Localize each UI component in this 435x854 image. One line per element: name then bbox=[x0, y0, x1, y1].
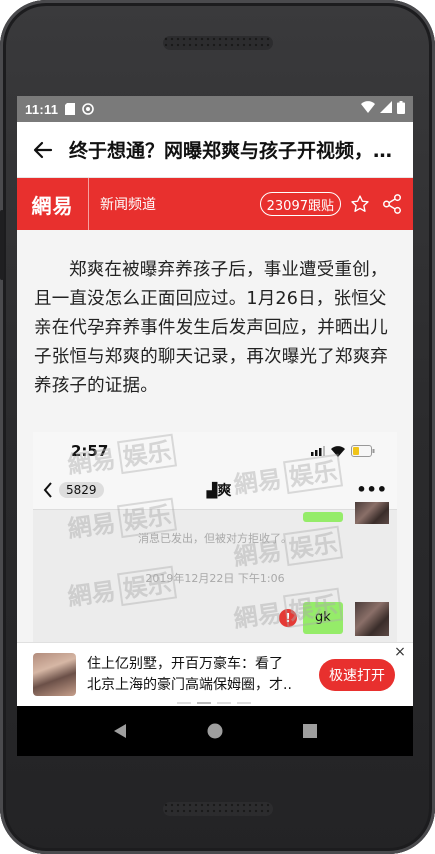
netease-header: 網易 新闻频道 23097跟贴 bbox=[17, 178, 413, 230]
comment-count-button[interactable]: 23097跟贴 bbox=[259, 192, 341, 216]
square-recents-icon bbox=[303, 724, 318, 738]
nav-back-button[interactable] bbox=[105, 716, 135, 746]
share-button[interactable] bbox=[381, 193, 403, 215]
article-image[interactable]: 2:57 5829 ▟爽 ••• 消息已发出，但被对方拒收了。 2019年12月… bbox=[33, 432, 397, 652]
wifi-icon bbox=[361, 101, 375, 117]
ad-line-1: 住上亿别墅，开百万豪车：看了 bbox=[87, 655, 283, 672]
triangle-back-icon bbox=[113, 724, 126, 738]
ad-open-button[interactable]: 极速打开 bbox=[319, 658, 395, 691]
nav-recents-button[interactable] bbox=[295, 716, 325, 746]
status-bar: 11:11 bbox=[17, 96, 413, 122]
top-speaker bbox=[162, 36, 273, 50]
favorite-button[interactable] bbox=[349, 193, 371, 215]
status-time: 11:11 bbox=[25, 101, 59, 117]
ad-thumbnail[interactable] bbox=[33, 653, 76, 696]
bottom-speaker bbox=[162, 802, 273, 816]
side-button bbox=[0, 210, 4, 280]
arrow-left-icon bbox=[33, 141, 53, 158]
article-paragraph: 郑爽在被曝弃养孩子后，事业遭受重创，且一直没怎么正面回应过。1月26日，张恒父亲… bbox=[34, 260, 388, 396]
back-button[interactable] bbox=[17, 122, 69, 178]
netease-logo: 網易 bbox=[17, 178, 89, 230]
screen: 11:11 终于想通？网曝郑爽与孩子开视频，疑似 網易 新闻频道 23097跟贴… bbox=[17, 96, 413, 756]
sd-card-icon bbox=[64, 103, 76, 115]
ad-close-icon[interactable]: × bbox=[393, 645, 407, 659]
star-icon bbox=[351, 195, 369, 212]
article-body: 郑爽在被曝弃养孩子后，事业遭受重创，且一直没怎么正面回应过。1月26日，张恒父亲… bbox=[17, 230, 413, 401]
page-title: 终于想通？网曝郑爽与孩子开视频，疑似重新接受孩子 bbox=[69, 140, 413, 162]
circle-home-icon bbox=[207, 723, 223, 739]
system-nav-bar bbox=[17, 706, 413, 756]
embed-avatar-top bbox=[355, 502, 389, 524]
battery-icon bbox=[397, 100, 405, 118]
embed-sent-bubble bbox=[303, 512, 343, 522]
ad-banner[interactable]: 住上亿别墅，开百万豪车：看了 北京上海的豪门高端保姆圈，才.. 极速打开 × bbox=[17, 642, 413, 706]
embed-contact-name: ▟爽 bbox=[206, 482, 232, 499]
share-icon bbox=[383, 194, 401, 214]
embed-unread-count: 5829 bbox=[59, 481, 104, 498]
ad-line-2: 北京上海的豪门高端保姆圈，才.. bbox=[87, 676, 292, 693]
nav-home-button[interactable] bbox=[200, 716, 230, 746]
embed-avatar bbox=[355, 602, 389, 636]
sync-icon bbox=[82, 103, 95, 115]
ad-text[interactable]: 住上亿别墅，开百万豪车：看了 北京上海的豪门高端保姆圈，才.. bbox=[87, 654, 309, 696]
channel-label[interactable]: 新闻频道 bbox=[89, 194, 156, 214]
embed-more: ••• bbox=[356, 480, 387, 499]
signal-icon bbox=[380, 101, 392, 117]
app-bar: 终于想通？网曝郑爽与孩子开视频，疑似重新接受孩子 bbox=[17, 122, 413, 178]
phone-frame: 11:11 终于想通？网曝郑爽与孩子开视频，疑似 網易 新闻频道 23097跟贴… bbox=[0, 0, 435, 854]
ad-pager-dots bbox=[177, 702, 251, 704]
